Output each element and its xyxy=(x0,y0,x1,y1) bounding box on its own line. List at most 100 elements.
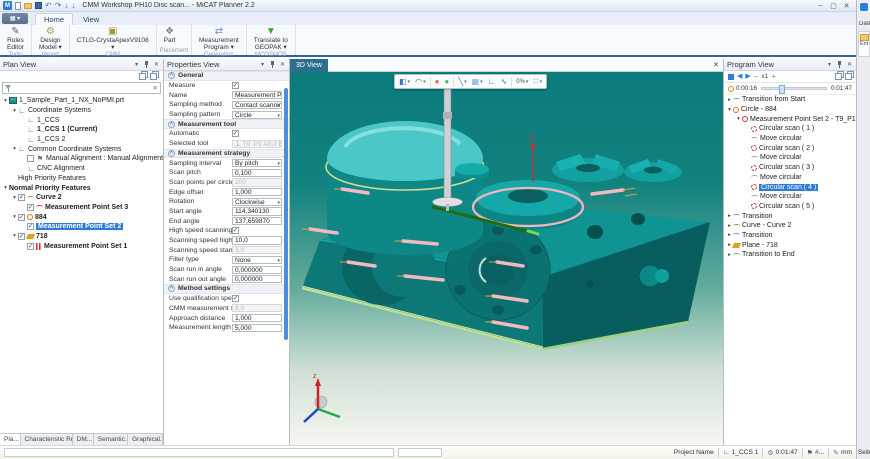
pin-icon[interactable] xyxy=(836,60,843,69)
property-value-text[interactable]: 10,0 xyxy=(232,236,282,244)
close-icon[interactable]: ✕ xyxy=(279,61,286,68)
checkbox[interactable] xyxy=(27,155,34,162)
measurement-program-button[interactable]: ⇄Measurement Program ▾ xyxy=(195,25,243,51)
play-button[interactable]: ▶ xyxy=(745,73,750,81)
tree-item[interactable]: ▾Circle - 884 xyxy=(724,105,856,115)
tree-item[interactable]: Move circular xyxy=(724,153,856,163)
property-value-select[interactable]: By pitch▾ xyxy=(232,159,282,167)
clear-filter-icon[interactable]: ✕ xyxy=(153,84,158,92)
collapse-section-icon[interactable]: ^ xyxy=(168,72,175,79)
point-display-button[interactable]: ∷▾ xyxy=(531,76,544,88)
background-app-icon[interactable] xyxy=(860,3,868,11)
checkbox[interactable]: ✓ xyxy=(18,233,25,240)
tree-item[interactable]: ▸Transition to End xyxy=(724,250,856,260)
collapse-section-icon[interactable]: ^ xyxy=(168,150,175,157)
design-model-button[interactable]: ⚙Design Model ▾ xyxy=(35,25,66,51)
expand-arrow-icon[interactable]: ▾ xyxy=(11,233,18,239)
tree-item[interactable]: ∟1_CCS xyxy=(0,115,163,125)
plan-tab[interactable]: Graphical... xyxy=(128,434,163,445)
tree-item[interactable]: ▸Curve - Curve 2 xyxy=(724,221,856,231)
collapse-arrow-icon[interactable]: ▸ xyxy=(726,213,733,219)
expand-arrow-icon[interactable]: ▾ xyxy=(2,98,9,104)
section-header[interactable]: ^Measurement strategy xyxy=(164,149,289,159)
section-header[interactable]: ^Measurement tool xyxy=(164,119,289,129)
panel-menu-icon[interactable]: ▾ xyxy=(133,61,140,68)
tree-item[interactable]: ▾✓884 xyxy=(0,212,163,222)
plan-tab[interactable]: DM... xyxy=(73,434,94,445)
tree-item[interactable]: Move circular xyxy=(724,192,856,202)
arrow-down-button-2[interactable]: ↓ xyxy=(71,2,75,10)
ribbon-tab-view[interactable]: View xyxy=(74,13,108,25)
checkbox[interactable]: ✓ xyxy=(18,194,25,201)
tree-item[interactable]: Move circular xyxy=(724,134,856,144)
tree-item[interactable]: Circular scan ( 3 ) xyxy=(724,163,856,173)
collapse-section-icon[interactable]: ^ xyxy=(168,121,175,128)
tree-item[interactable]: ✓Measurement Point Set 2 xyxy=(0,222,163,232)
tree-item[interactable]: ▾✓718 xyxy=(0,232,163,242)
checkbox[interactable]: ✓ xyxy=(18,214,25,221)
expand-arrow-icon[interactable]: ▾ xyxy=(2,185,9,191)
tree-item[interactable]: ▾∟Common Coordinate Systems xyxy=(0,144,163,154)
collapse-arrow-icon[interactable]: ▸ xyxy=(726,252,733,258)
property-value-select[interactable]: Circle▾ xyxy=(232,111,282,119)
dropdown-arrow-icon[interactable]: ▾ xyxy=(277,113,280,119)
collapse-arrow-icon[interactable]: ▸ xyxy=(726,97,733,103)
property-value-text[interactable]: 137,659870 xyxy=(232,217,282,225)
translate-to-geopak-button[interactable]: ▼Translate to GEOPAK ▾ xyxy=(250,25,292,51)
maximize-button[interactable]: ▢ xyxy=(827,1,840,10)
pin-icon[interactable] xyxy=(143,60,150,69)
redo-button[interactable]: ↷ xyxy=(55,2,62,10)
checkbox[interactable]: ✓ xyxy=(232,82,239,89)
property-value-text[interactable]: Measurement Point Set 2 xyxy=(232,91,282,99)
tree-item[interactable]: ∟CNC Alignment xyxy=(0,164,163,174)
undo-button[interactable]: ↶ xyxy=(45,2,52,10)
tree-item[interactable]: ▸Transition from Start xyxy=(724,95,856,105)
properties-scrollbar[interactable] xyxy=(284,88,288,340)
arrow-down-button-1[interactable]: ↓ xyxy=(64,2,68,10)
speed-up-button[interactable]: + xyxy=(771,73,776,81)
tree-item[interactable]: ⚑Manual Alignment : Manual Alignment xyxy=(0,154,163,164)
transparency-button[interactable]: 0%▾ xyxy=(514,76,530,88)
tree-item[interactable]: ▾Measurement Point Set 2 - T9_P1 xyxy=(724,114,856,124)
plan-tab[interactable]: Pla... xyxy=(0,434,21,445)
tree-item[interactable]: ▸Transition xyxy=(724,231,856,241)
tree-item[interactable]: ▾1_Sample_Part_1_NX_NoPMI.prt xyxy=(0,96,163,106)
path-display-button[interactable]: ∿ xyxy=(499,76,510,88)
expand-arrow-icon[interactable]: ▾ xyxy=(11,108,18,114)
minimize-button[interactable]: – xyxy=(814,1,827,10)
tree-item[interactable]: Move circular xyxy=(724,173,856,183)
ribbon-tab-home[interactable]: Home xyxy=(35,13,73,25)
save-button[interactable] xyxy=(35,2,42,9)
checkbox[interactable]: ✓ xyxy=(27,204,34,211)
expand-arrow-icon[interactable]: ▾ xyxy=(11,195,18,201)
checkbox[interactable]: ✓ xyxy=(232,130,239,137)
property-value-select[interactable]: Clockwise▾ xyxy=(232,198,282,206)
stop-button[interactable] xyxy=(728,74,734,80)
collapse-arrow-icon[interactable]: ▸ xyxy=(726,223,733,229)
property-value-text[interactable]: 114,340130 xyxy=(232,207,282,215)
expand-arrow-icon[interactable]: ▾ xyxy=(735,116,742,122)
property-value-text[interactable]: 0,000000 xyxy=(232,266,282,274)
pin-icon[interactable] xyxy=(269,60,276,69)
3d-viewport[interactable]: ◧▾◠▾●●╲▾▦▾∟∿0%▾∷▾ xyxy=(290,72,723,445)
expand-arrow-icon[interactable]: ▾ xyxy=(726,107,733,113)
dropdown-arrow-icon[interactable]: ▾ xyxy=(277,161,280,167)
plan-filter-box[interactable]: ✕ xyxy=(2,82,161,94)
dropdown-arrow-icon[interactable]: ▾ xyxy=(277,103,280,109)
selection-filter-button[interactable]: ▦▾ xyxy=(470,76,485,88)
dropdown-arrow-icon[interactable]: ▾ xyxy=(277,258,280,264)
tree-item[interactable]: Circular scan ( 4 ) xyxy=(724,182,856,192)
show-element-button[interactable]: ● xyxy=(442,76,451,88)
panel-menu-icon[interactable]: ▾ xyxy=(826,61,833,68)
view-cube-button[interactable]: ◧▾ xyxy=(397,76,412,88)
collapse-section-icon[interactable]: ^ xyxy=(168,285,175,292)
checkbox[interactable]: ✓ xyxy=(232,227,239,234)
tree-item[interactable]: Circular scan ( 2 ) xyxy=(724,143,856,153)
tree-item[interactable]: ▾✓Curve 2 xyxy=(0,193,163,203)
view-rotate-button[interactable]: ◠▾ xyxy=(413,76,428,88)
hide-element-button[interactable]: ● xyxy=(433,76,442,88)
tree-item[interactable]: ▸Plane - 718 xyxy=(724,240,856,250)
tree-item[interactable]: ✓Measurement Point Set 3 xyxy=(0,203,163,213)
cmm-machine-button[interactable]: ▣CTLG-CrystaApexV9108 ▾ xyxy=(73,25,153,51)
checkbox[interactable]: ✓ xyxy=(27,243,34,250)
